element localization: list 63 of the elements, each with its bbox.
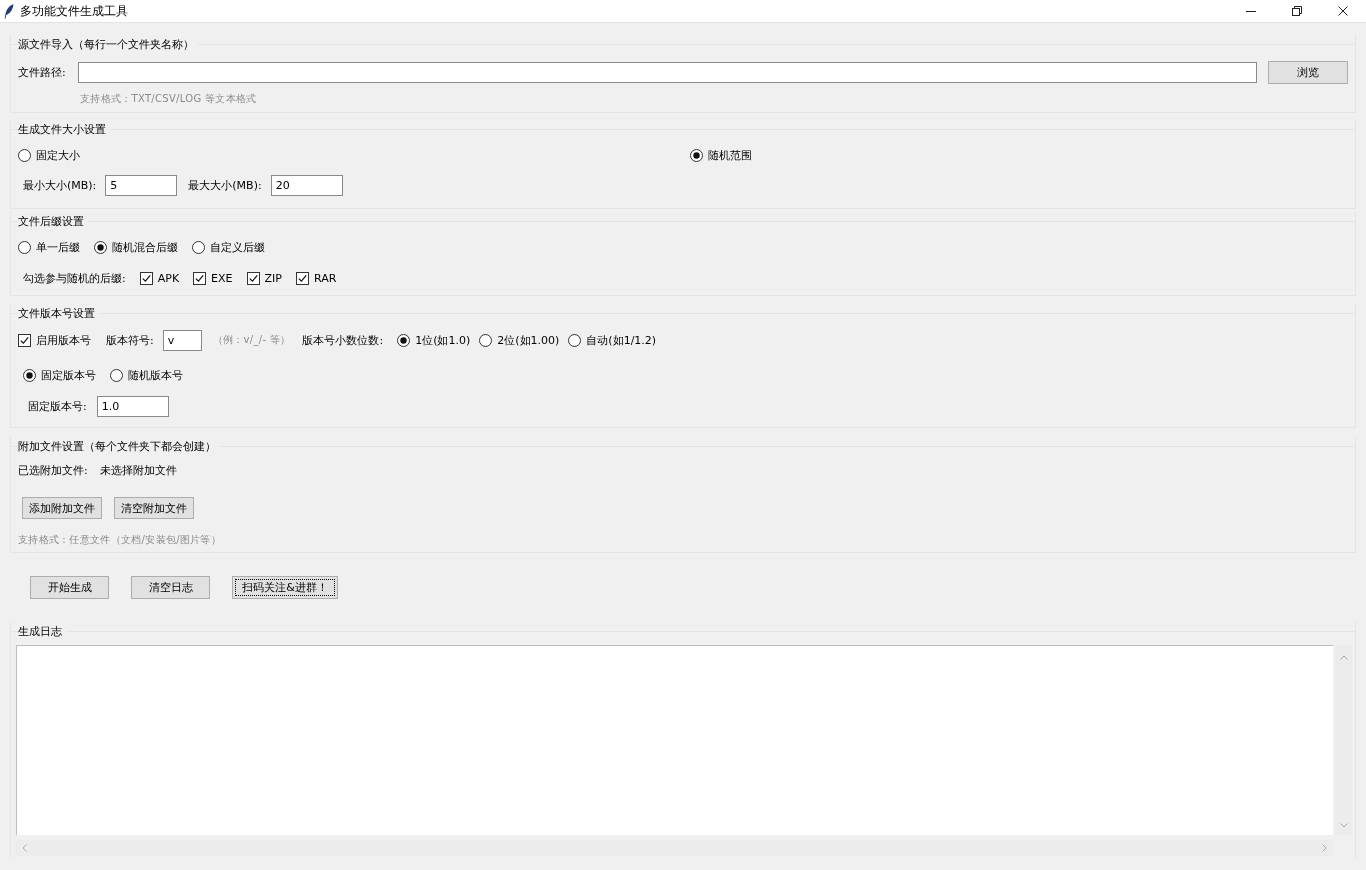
action-button[interactable]: 扫码关注&进群！	[232, 576, 338, 599]
radio-option[interactable]: 固定大小	[18, 147, 80, 163]
feather-icon	[4, 3, 14, 19]
hint-text: 支持格式：TXT/CSV/LOG 等文本格式	[80, 92, 257, 106]
browse-button[interactable]: 浏览	[1268, 60, 1348, 84]
checkbox-icon[interactable]	[246, 271, 260, 285]
radio-icon[interactable]	[192, 240, 205, 254]
section-title: 生成文件大小设置	[18, 121, 106, 137]
close-icon[interactable]	[1338, 6, 1348, 16]
symbol-input-field[interactable]: v	[162, 329, 202, 351]
hint-text: （例：v/_/- 等）	[212, 333, 291, 347]
checkbox-option[interactable]: EXE	[193, 271, 233, 285]
radio-option[interactable]: 固定版本号	[23, 367, 96, 383]
action-button[interactable]: 清空日志	[131, 576, 210, 599]
checkbox-option[interactable]: ZIP	[246, 271, 282, 285]
restore-icon[interactable]	[1292, 6, 1302, 16]
field-label: 最小大小(MB):	[23, 177, 97, 193]
radio-icon[interactable]	[397, 333, 411, 347]
number-input-field[interactable]: 20	[270, 174, 343, 196]
checkbox-icon[interactable]	[295, 271, 309, 285]
action-button[interactable]: 开始生成	[30, 576, 109, 599]
window-title: 多功能文件生成工具	[20, 3, 128, 19]
hint-text: 支持格式：任意文件（文档/安装包/图片等）	[18, 533, 222, 547]
field-label: 版本号小数位数:	[302, 332, 384, 348]
checkbox-option[interactable]: RAR	[295, 271, 337, 285]
section-title: 附加文件设置（每个文件夹下都会创建）	[18, 438, 216, 454]
field-label: 已选附加文件:	[18, 462, 88, 478]
field-label: 最大大小(MB):	[188, 177, 262, 193]
checkbox-option[interactable]: 启用版本号	[18, 332, 91, 348]
field-value: 未选择附加文件	[99, 462, 177, 478]
field-label: 版本符号:	[106, 332, 154, 348]
checkbox-icon[interactable]	[18, 333, 31, 347]
radio-option[interactable]: 随机范围	[690, 147, 752, 163]
section-title: 文件版本号设置	[18, 305, 95, 321]
radio-icon[interactable]	[110, 368, 123, 382]
radio-option[interactable]: 自动(如1/1.2)	[568, 332, 657, 348]
radio-option[interactable]: 单一后缀	[18, 239, 80, 255]
number-input-field[interactable]: 5	[105, 174, 178, 196]
radio-icon[interactable]	[479, 333, 493, 347]
radio-option[interactable]: 自定义后缀	[192, 239, 265, 255]
radio-icon[interactable]	[18, 240, 31, 254]
section-title: 源文件导入（每行一个文件夹名称）	[18, 36, 194, 52]
radio-icon[interactable]	[18, 148, 31, 162]
attachment-button[interactable]: 添加附加文件	[22, 497, 102, 519]
section-title: 文件后缀设置	[18, 213, 84, 229]
radio-option[interactable]: 随机混合后缀	[94, 239, 178, 255]
checkbox-icon[interactable]	[139, 271, 153, 285]
field-label: 固定版本号:	[28, 398, 87, 414]
radio-icon[interactable]	[23, 368, 36, 382]
radio-option[interactable]: 随机版本号	[110, 367, 183, 383]
section-title: 生成日志	[18, 623, 62, 639]
attachment-button[interactable]: 清空附加文件	[114, 497, 194, 519]
field-label: 文件路径:	[18, 64, 66, 80]
radio-option[interactable]: 2位(如1.00)	[479, 332, 560, 348]
radio-icon[interactable]	[690, 148, 703, 162]
version-input-field[interactable]: 1.0	[96, 395, 169, 417]
checkbox-option[interactable]: APK	[139, 271, 180, 285]
radio-option[interactable]: 1位(如1.0)	[397, 332, 471, 348]
field-label: 勾选参与随机的后缀:	[23, 270, 126, 286]
path-input-field[interactable]	[77, 61, 1257, 83]
radio-icon[interactable]	[94, 240, 107, 254]
checkbox-icon[interactable]	[193, 271, 207, 285]
radio-icon[interactable]	[568, 333, 582, 347]
